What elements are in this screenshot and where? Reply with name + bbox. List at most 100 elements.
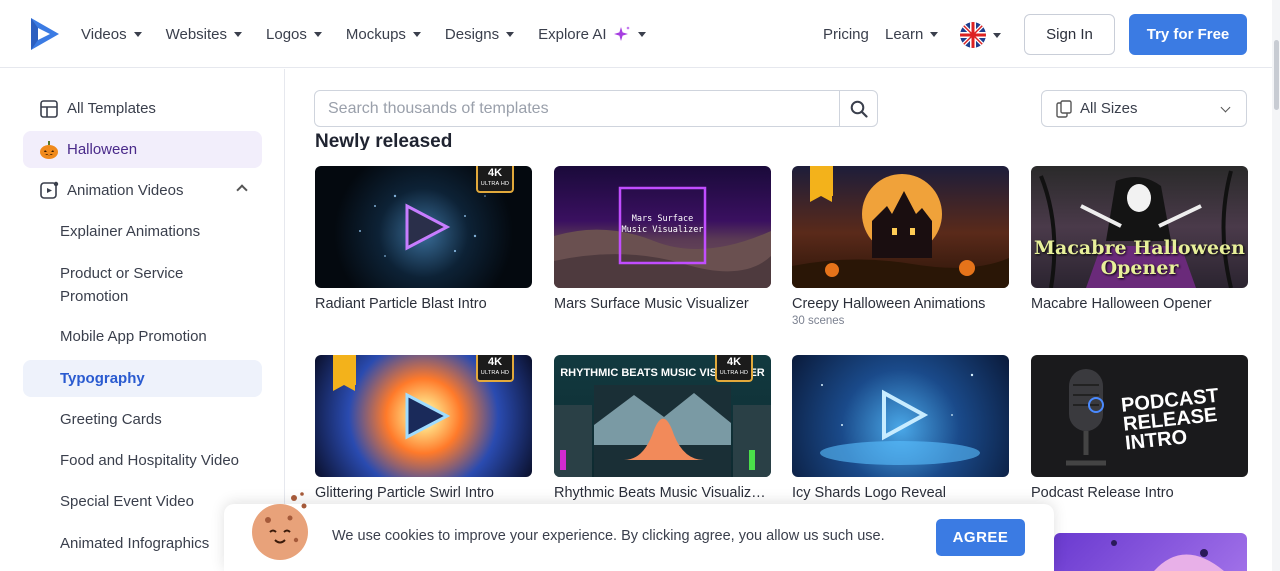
sidebar-item-mobile-app-promotion[interactable]: Mobile App Promotion — [23, 318, 262, 355]
nav-learn[interactable]: Learn — [885, 26, 939, 43]
template-title[interactable]: Macabre Halloween Opener — [1031, 296, 1248, 312]
template-card[interactable]: Creepy Halloween Animations 30 scenes — [792, 166, 1009, 327]
badge-sublabel: ULTRA HD — [480, 181, 510, 187]
template-card[interactable]: Mars Surface Music Visualizer Mars Surfa… — [554, 166, 771, 312]
sidebar-item-label: Greeting Cards — [60, 411, 162, 428]
nav-explore-ai[interactable]: Explore AI — [538, 25, 646, 43]
purple-pattern-graphic — [1111, 540, 1224, 571]
category-sidebar: All Templates Halloween Animation Videos… — [0, 69, 285, 571]
nav-designs[interactable]: Designs — [444, 25, 515, 43]
template-thumbnail[interactable]: Mars Surface Music Visualizer — [554, 166, 771, 288]
badge-label: 4K — [726, 356, 742, 368]
template-title[interactable]: Mars Surface Music Visualizer — [554, 296, 771, 312]
size-filter-dropdown[interactable]: All Sizes — [1041, 90, 1247, 127]
template-title[interactable]: Rhythmic Beats Music Visualiz… — [554, 485, 771, 501]
thumb-caption: Macabre Halloween Opener — [1034, 237, 1245, 279]
template-title[interactable]: Podcast Release Intro — [1031, 485, 1248, 501]
caret-down-icon — [993, 32, 1001, 38]
caret-down-icon — [637, 31, 646, 37]
nav-videos-label: Videos — [81, 25, 127, 43]
agree-button[interactable]: AGREE — [936, 519, 1025, 556]
section-title: Newly released — [315, 131, 453, 150]
premium-crown-badge — [810, 166, 833, 202]
template-title[interactable]: Radiant Particle Blast Intro — [315, 296, 532, 312]
badge-sublabel: ULTRA HD — [480, 370, 510, 376]
size-filter-label: All Sizes — [1080, 100, 1138, 117]
video-play-icon — [39, 181, 59, 201]
cookie-mascot-icon — [252, 492, 308, 560]
sidebar-item-greeting-cards[interactable]: Greeting Cards — [23, 401, 262, 438]
caret-down-icon — [234, 31, 243, 37]
template-title[interactable]: Glittering Particle Swirl Intro — [315, 485, 532, 501]
template-thumbnail[interactable]: Macabre Halloween Opener — [1031, 166, 1248, 288]
pumpkin-icon — [39, 140, 59, 160]
sidebar-item-all-templates[interactable]: All Templates — [23, 90, 262, 127]
nav-logos[interactable]: Logos — [266, 26, 322, 43]
sidebar-item-label: All Templates — [67, 100, 156, 117]
sidebar-item-typography[interactable]: Typography — [23, 360, 262, 397]
language-selector[interactable] — [960, 22, 1001, 48]
nav-pricing[interactable]: Pricing — [823, 26, 869, 43]
uk-flag-icon — [960, 22, 986, 48]
nav-designs-label: Designs — [444, 25, 500, 43]
search-button[interactable] — [839, 91, 877, 126]
template-thumbnail[interactable]: PODCAST RELEASE INTRO — [1031, 355, 1248, 477]
badge-sublabel: ULTRA HD — [719, 370, 749, 376]
sign-in-button[interactable]: Sign In — [1024, 14, 1115, 55]
template-card[interactable]: RHYTHMIC BEATS MUSIC VISUALIZER 4K ULTRA … — [554, 355, 771, 501]
search-bar — [314, 90, 878, 127]
template-thumbnail[interactable] — [792, 166, 1009, 288]
document-size-icon — [1056, 99, 1072, 118]
template-card[interactable]: 4K ULTRA HD Glittering Particle Swirl Int… — [315, 355, 532, 501]
template-thumbnail[interactable]: RHYTHMIC BEATS MUSIC VISUALIZER 4K ULTRA … — [554, 355, 771, 477]
badge-label: 4K — [487, 356, 503, 368]
thumb-caption: PODCAST RELEASE INTRO — [1120, 384, 1220, 455]
caret-down-icon — [133, 31, 142, 37]
caret-down-icon — [313, 31, 322, 37]
sidebar-item-food-hospitality[interactable]: Food and Hospitality Video — [23, 442, 262, 479]
caret-down-icon — [930, 32, 939, 37]
template-subtitle: 30 scenes — [792, 315, 845, 327]
4k-badge: 4K ULTRA HD — [476, 355, 514, 382]
try-for-free-button[interactable]: Try for Free — [1129, 14, 1247, 55]
template-title[interactable]: Creepy Halloween Animations — [792, 296, 1009, 312]
template-card[interactable]: Icy Shards Logo Reveal — [792, 355, 1009, 501]
sidebar-item-label: Halloween — [67, 141, 138, 158]
template-thumbnail[interactable]: 4K ULTRA HD — [315, 166, 532, 288]
template-card[interactable]: PODCAST RELEASE INTRO Podcast Release In… — [1031, 355, 1248, 501]
4k-badge: 4K ULTRA HD — [715, 355, 753, 382]
page-scrollbar[interactable] — [1272, 0, 1280, 571]
brand-logo[interactable] — [28, 16, 62, 52]
template-card[interactable]: Macabre Halloween Opener Macabre Hallowe… — [1031, 166, 1248, 312]
sidebar-item-label: Food and Hospitality Video — [60, 452, 240, 469]
caret-down-icon — [412, 31, 421, 37]
sidebar-item-animation-videos[interactable]: Animation Videos — [23, 172, 262, 209]
template-card[interactable]: 4K ULTRA HD Radiant Particle Blast Intro — [315, 166, 532, 312]
nav-websites-label: Websites — [165, 25, 228, 43]
sidebar-item-product-promotion[interactable]: Product or Service Promotion — [23, 262, 223, 308]
chevron-up-icon[interactable] — [236, 184, 248, 196]
sidebar-item-label: Typography — [60, 370, 145, 387]
cookie-message: We use cookies to improve your experienc… — [332, 528, 885, 544]
sidebar-item-label: Mobile App Promotion — [60, 328, 207, 345]
premium-crown-badge — [333, 355, 356, 391]
icy-logo-graphic — [820, 373, 980, 465]
template-thumbnail[interactable]: 4K ULTRA HD — [315, 355, 532, 477]
sidebar-item-halloween[interactable]: Halloween — [23, 131, 262, 168]
nav-mockups[interactable]: Mockups — [346, 26, 421, 43]
sidebar-item-label: Product or Service Promotion — [60, 265, 184, 305]
template-thumbnail[interactable] — [792, 355, 1009, 477]
template-title[interactable]: Icy Shards Logo Reveal — [792, 485, 1009, 501]
search-input[interactable] — [315, 91, 840, 126]
template-thumbnail[interactable] — [1054, 533, 1247, 571]
nav-videos[interactable]: Videos — [81, 26, 142, 43]
nav-mockups-label: Mockups — [345, 25, 406, 43]
sidebar-item-explainer-animations[interactable]: Explainer Animations — [23, 213, 262, 250]
scrollbar-thumb[interactable] — [1274, 40, 1279, 110]
chevron-down-icon — [1220, 102, 1231, 113]
sidebar-item-label: Explainer Animations — [60, 223, 201, 240]
nav-websites[interactable]: Websites — [165, 25, 243, 43]
cookie-banner: We use cookies to improve your experienc… — [224, 504, 1054, 571]
main-nav: Videos Websites Logos Mockups Designs Ex… — [81, 0, 670, 68]
nav-logos-label: Logos — [266, 25, 307, 43]
